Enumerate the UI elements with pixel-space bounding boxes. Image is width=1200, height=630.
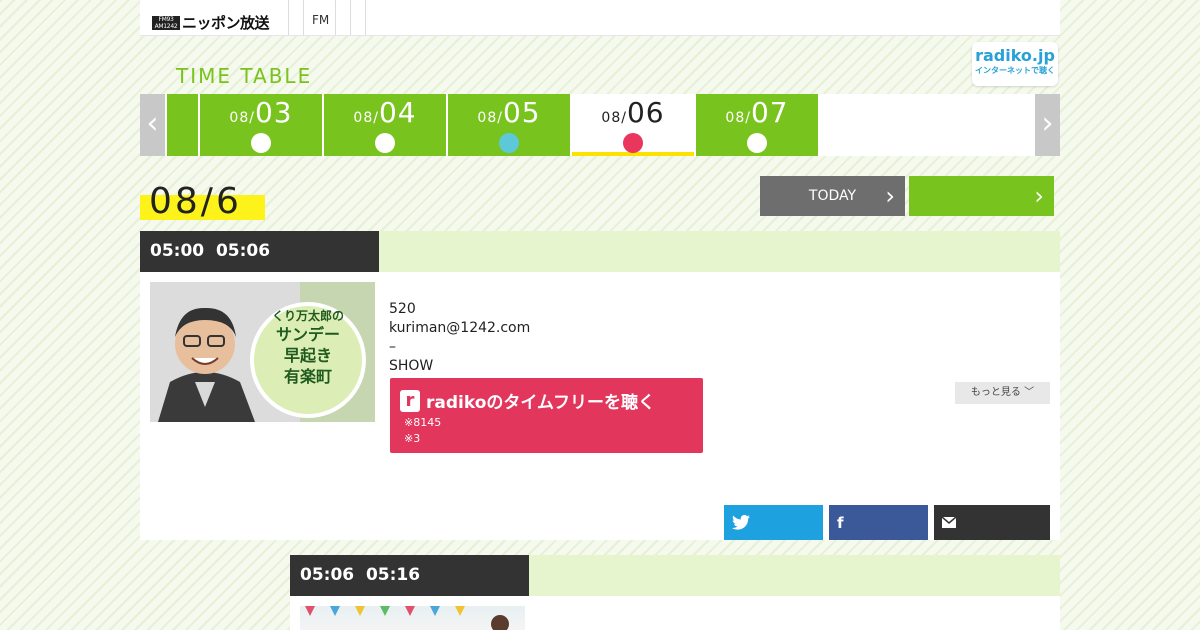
share-facebook-button[interactable]: f bbox=[829, 505, 928, 540]
program-thumbnail-caption: くり万太郎の サンデー 早起き 有楽町 bbox=[258, 308, 358, 387]
date-tab-month: 08/ bbox=[353, 110, 379, 126]
top-nav: FM93 AM1242 ニッポン放送 FM bbox=[140, 0, 1060, 36]
radiko-cta-note: ※8145 bbox=[404, 416, 442, 429]
next-day-button[interactable]: › bbox=[909, 176, 1054, 216]
date-tab-month: 08/ bbox=[229, 110, 255, 126]
date-tab-day: 07 bbox=[750, 96, 789, 129]
program-time-start: 05:00 bbox=[150, 241, 205, 261]
date-tab-month: 08/ bbox=[725, 110, 751, 126]
radiko-cta-title: radikoのタイムフリーを聴く bbox=[426, 393, 656, 413]
status-dot bbox=[499, 133, 519, 153]
status-dot bbox=[623, 133, 643, 153]
status-dot bbox=[375, 133, 395, 153]
current-date-title: 08/6 bbox=[140, 181, 265, 222]
program-time: 05:00 05:06 bbox=[140, 231, 379, 272]
station-logo[interactable]: FM93 AM1242 ニッポン放送 bbox=[152, 12, 270, 33]
show-more-button[interactable]: もっと見る ﹀ bbox=[955, 382, 1050, 404]
program-header: 05:06 05:16 bbox=[290, 555, 1060, 596]
date-tab-0805[interactable]: 08/05 bbox=[448, 94, 570, 156]
program-email-link[interactable]: kuriman@1242.com bbox=[389, 320, 530, 336]
chevron-down-icon: ﹀ bbox=[1024, 387, 1035, 398]
logo-text: ニッポン放送 bbox=[182, 14, 270, 32]
nav-divider bbox=[335, 0, 336, 35]
program-thumbnail[interactable]: くり万太郎の サンデー 早起き 有楽町 bbox=[150, 282, 375, 422]
nav-divider bbox=[303, 0, 304, 35]
radiko-logo-icon: r bbox=[400, 389, 420, 412]
program-info-line: 520 bbox=[389, 301, 416, 317]
share-twitter-button[interactable] bbox=[724, 505, 823, 540]
logo-mark: FM93 AM1242 bbox=[152, 15, 180, 30]
twitter-icon bbox=[732, 515, 750, 530]
facebook-icon: f bbox=[837, 513, 844, 532]
radiko-badge-link[interactable]: radiko.jp インターネットで聴く bbox=[972, 42, 1058, 86]
nav-divider bbox=[365, 0, 366, 35]
chevron-right-icon: › bbox=[1041, 106, 1054, 141]
thumbnail-caption-line: くり万太郎の bbox=[271, 309, 344, 323]
status-dot bbox=[747, 133, 767, 153]
radiko-timefree-button[interactable]: r radikoのタイムフリーを聴く ※8145 ※3 bbox=[390, 378, 703, 453]
program-thumbnail-art bbox=[305, 606, 509, 630]
program-time-end: 05:16 bbox=[365, 565, 421, 585]
share-mail-button[interactable] bbox=[934, 505, 1050, 540]
program-time-end: 05:06 bbox=[215, 241, 271, 261]
thumbnail-caption-line: 早起き bbox=[283, 346, 332, 365]
timetable-heading: TIME TABLE bbox=[176, 64, 313, 88]
chevron-right-icon: › bbox=[885, 182, 895, 210]
next-week-button[interactable]: › bbox=[1035, 94, 1060, 156]
date-tab-day: 03 bbox=[254, 96, 293, 129]
today-button[interactable]: TODAY › bbox=[760, 176, 905, 216]
chevron-right-icon: › bbox=[1034, 182, 1044, 210]
prev-week-button[interactable]: ‹ bbox=[140, 94, 165, 156]
nav-divider bbox=[350, 0, 351, 35]
date-tab-partial[interactable] bbox=[167, 94, 198, 156]
radiko-cta-note: ※3 bbox=[404, 432, 421, 445]
thumbnail-caption-line: 有楽町 bbox=[283, 367, 332, 386]
date-tab-day: 06 bbox=[626, 96, 665, 129]
nav-divider bbox=[288, 0, 289, 35]
program-info-line: – bbox=[389, 339, 396, 355]
program-thumbnail[interactable] bbox=[300, 606, 525, 630]
mail-icon bbox=[942, 517, 956, 528]
status-dot bbox=[251, 133, 271, 153]
program-header-bar bbox=[379, 231, 1060, 272]
date-tab-0806[interactable]: 08/06 bbox=[572, 94, 694, 156]
program-header: 05:00 05:06 bbox=[140, 231, 1060, 272]
date-tab-day: 04 bbox=[378, 96, 417, 129]
radiko-badge-subtitle: インターネットで聴く bbox=[975, 66, 1055, 75]
program-info-line: SHOW bbox=[389, 358, 434, 374]
date-tab-month: 08/ bbox=[601, 110, 627, 126]
program-header-bar bbox=[529, 555, 1060, 596]
date-tab-0803[interactable]: 08/03 bbox=[200, 94, 322, 156]
thumbnail-caption-line: サンデー bbox=[275, 325, 340, 344]
program-time: 05:06 05:16 bbox=[290, 555, 529, 596]
date-tab-0804[interactable]: 08/04 bbox=[324, 94, 446, 156]
nav-item-fm[interactable]: FM bbox=[312, 13, 329, 27]
radiko-badge-title: radiko.jp bbox=[975, 46, 1055, 65]
date-tab-month: 08/ bbox=[477, 110, 503, 126]
current-date-text: 08/6 bbox=[149, 181, 242, 222]
date-tab-0807[interactable]: 08/07 bbox=[696, 94, 818, 156]
program-time-start: 05:06 bbox=[300, 565, 355, 585]
date-tab-day: 05 bbox=[502, 96, 541, 129]
chevron-left-icon: ‹ bbox=[146, 106, 159, 141]
today-button-label: TODAY bbox=[808, 188, 857, 204]
show-more-label: もっと見る bbox=[970, 387, 1021, 398]
date-strip: ‹ 08/03 08/04 08/05 08/06 08/07 › bbox=[140, 94, 1060, 156]
